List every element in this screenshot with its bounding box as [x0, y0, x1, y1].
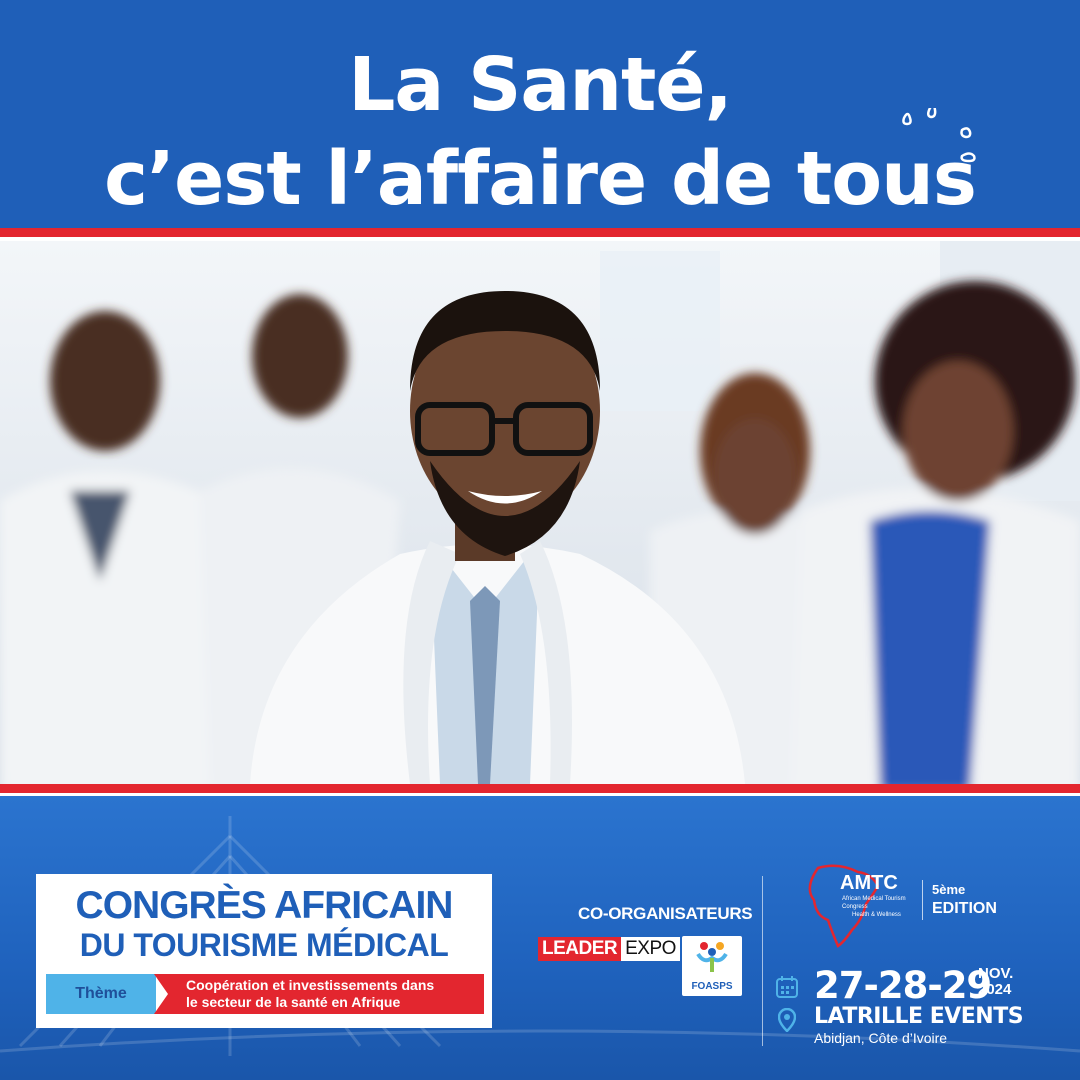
- leader-text: LEADER: [538, 937, 622, 961]
- foasps-text: FOASPS: [691, 981, 733, 992]
- theme-text-line2: le secteur de la santé en Afrique: [186, 994, 401, 1010]
- divider-red-top: [0, 228, 1080, 237]
- amtc-subtitle3: Health & Wellness: [852, 912, 901, 918]
- amtc-subtitle1: African Medical Tourism: [842, 896, 906, 902]
- doctors-photo: [0, 241, 1080, 784]
- calendar-icon: [776, 976, 798, 998]
- coorganisers-label: CO-ORGANISATEURS: [578, 904, 753, 923]
- event-info-panel: CONGRÈS AFRICAIN DU TOURISME MÉDICAL Thè…: [0, 796, 1080, 1080]
- doctors-illustration: [0, 241, 1080, 784]
- sweat-drops-icon: [902, 108, 976, 163]
- amtc-divider: [922, 880, 923, 920]
- theme-label: Thème: [46, 974, 156, 1014]
- congress-title-line1: CONGRÈS AFRICAIN: [75, 884, 454, 927]
- event-city: Abidjan, Côte d’Ivoire: [814, 1030, 948, 1046]
- theme-text: Coopération et investissements dans le s…: [154, 974, 484, 1014]
- theme-text-line1: Coopération et investissements dans: [186, 977, 435, 993]
- leader-expo-logo: LEADER EXPO: [538, 936, 680, 962]
- amtc-subtitle2: Congress: [842, 904, 868, 910]
- location-pin-icon: [778, 1008, 796, 1032]
- event-month-year: NOV. 2024: [978, 966, 1013, 998]
- edition-label: EDITION: [932, 900, 997, 917]
- foasps-logo: FOASPS: [682, 936, 742, 996]
- event-venue: LATRILLE EVENTS: [814, 1004, 1024, 1029]
- people-icon: [696, 942, 728, 972]
- congress-title-line2: DU TOURISME MÉDICAL: [79, 927, 449, 963]
- event-month: NOV.: [978, 965, 1014, 982]
- edition-number: 5ème: [932, 882, 966, 897]
- congress-title-box: CONGRÈS AFRICAIN DU TOURISME MÉDICAL Thè…: [36, 874, 492, 1028]
- event-dates: 27-28-29: [814, 964, 992, 1007]
- vertical-divider: [762, 876, 763, 1046]
- amtc-title: AMTC: [840, 872, 898, 894]
- event-year: 2024: [978, 981, 1012, 998]
- top-banner: La Santé, c’est l’affaire de tous: [0, 0, 1080, 228]
- divider-red-bottom: [0, 784, 1080, 793]
- expo-text: EXPO: [621, 937, 680, 961]
